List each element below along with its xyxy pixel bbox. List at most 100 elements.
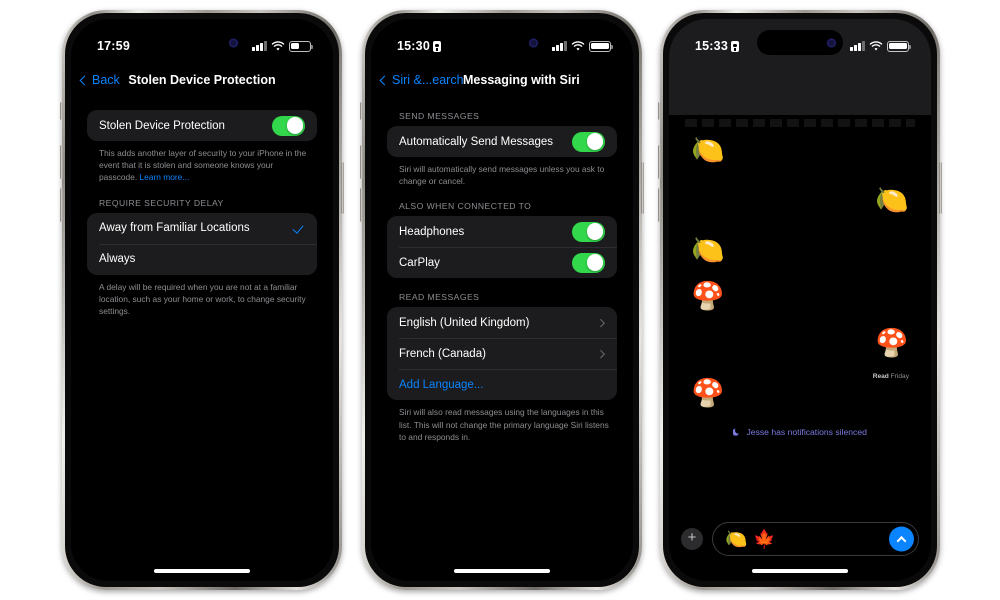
phone-1-stolen-device-protection: 17:59 Back Stolen Device Protection Stol… — [60, 10, 344, 590]
battery-icon — [887, 40, 911, 52]
volume-down-button[interactable] — [60, 188, 63, 222]
row-add-language[interactable]: Add Language... — [387, 369, 617, 400]
status-bar-left: 15:30 — [397, 39, 441, 53]
wifi-icon — [571, 40, 585, 52]
chevron-right-icon — [596, 349, 605, 358]
phone-frame: 15:30 Siri &...earch Messaging with Siri… — [360, 10, 644, 590]
row-label: Automatically Send Messages — [399, 135, 554, 148]
toggle-knob — [586, 133, 604, 150]
status-bar-clock: 15:30 — [397, 39, 430, 53]
phone-screen: 15:30 Siri &...earch Messaging with Siri… — [371, 19, 633, 581]
chevron-right-icon — [596, 318, 605, 327]
row-label: Stolen Device Protection — [99, 119, 225, 132]
read-messages-card: English (United Kingdom) French (Canada)… — [387, 307, 617, 401]
message-bubble-lime-2[interactable]: 🍋 — [875, 187, 909, 214]
carplay-toggle[interactable] — [572, 252, 605, 273]
wifi-icon — [869, 40, 883, 52]
back-button[interactable]: Siri &...earch — [379, 73, 464, 87]
volume-down-button[interactable] — [360, 188, 363, 222]
send-arrow-up-icon — [896, 535, 907, 546]
row-stolen-device-protection[interactable]: Stolen Device Protection — [87, 110, 317, 141]
phone-screen: 17:59 Back Stolen Device Protection Stol… — [71, 19, 333, 581]
section-header-read-messages: READ MESSAGES — [399, 292, 480, 303]
checkmark-icon — [294, 223, 305, 234]
message-input[interactable]: 🍋 🍁 ⛓ — [712, 522, 919, 556]
messages-app: 15:33 🍋 🍋 🍋 🍄 🍄 🍄 Read Friday Jesse has … — [669, 19, 931, 581]
phone-frame: 17:59 Back Stolen Device Protection Stol… — [60, 10, 344, 590]
cellular-bars-icon — [850, 41, 865, 51]
mute-button[interactable] — [360, 102, 363, 120]
section-header-also-when-connected-to: ALSO WHEN CONNECTED TO — [399, 201, 532, 212]
phone-screen: 15:33 🍋 🍋 🍋 🍄 🍄 🍄 Read Friday Jesse has … — [669, 19, 931, 581]
read-receipt-time: Friday — [890, 373, 909, 380]
phone-bezel: 17:59 Back Stolen Device Protection Stol… — [65, 13, 339, 587]
learn-more-link[interactable]: Learn more... — [140, 172, 190, 182]
row-label: Always — [99, 253, 136, 266]
power-button[interactable] — [641, 162, 644, 214]
section-header-send-messages: SEND MESSAGES — [399, 111, 480, 121]
maple-leaf-emoji: 🍁 — [753, 529, 776, 549]
cellular-bars-icon — [252, 41, 267, 51]
mute-button[interactable] — [658, 102, 661, 120]
stolen-device-protection-toggle[interactable] — [272, 115, 305, 136]
power-button[interactable] — [341, 162, 344, 214]
notifications-silenced-notice: Jesse has notifications silenced — [669, 427, 931, 437]
toggle-knob — [586, 254, 604, 272]
row-label: French (Canada) — [399, 347, 486, 360]
volume-up-button[interactable] — [360, 145, 363, 179]
power-button[interactable] — [939, 162, 942, 214]
navigation-bar: Siri &...earch Messaging with Siri — [371, 63, 633, 97]
battery-icon — [289, 40, 313, 52]
volume-down-button[interactable] — [658, 188, 661, 222]
screenshot-stage: 17:59 Back Stolen Device Protection Stol… — [0, 0, 1000, 600]
read-receipt: Read Friday — [873, 373, 909, 380]
status-bar-left: 15:33 — [695, 39, 739, 53]
row-always[interactable]: Always — [87, 243, 317, 275]
message-bubble-mushroom-1[interactable]: 🍄 — [691, 283, 725, 310]
navigation-bar: Back Stolen Device Protection — [71, 63, 333, 97]
cellular-bars-icon — [552, 41, 567, 51]
phone-3-messages-conversation: 15:33 🍋 🍋 🍋 🍄 🍄 🍄 Read Friday Jesse has … — [658, 10, 942, 590]
settings-screen: Back Stolen Device Protection Stolen Dev… — [71, 19, 333, 581]
row-headphones[interactable]: Headphones — [387, 216, 617, 247]
add-attachment-button[interactable]: + — [681, 528, 703, 550]
back-button-label: Back — [92, 73, 120, 87]
home-indicator[interactable] — [154, 568, 250, 573]
home-indicator[interactable] — [454, 568, 550, 573]
row-label: Away from Familiar Locations — [99, 222, 250, 235]
message-bubble-mushroom-3[interactable]: 🍄 — [691, 380, 725, 407]
lock-icon — [432, 40, 441, 52]
scrolled-off-message — [685, 119, 915, 127]
notifications-silenced-text: Jesse has notifications silenced — [746, 427, 867, 437]
phone-bezel: 15:33 🍋 🍋 🍋 🍄 🍄 🍄 Read Friday Jesse has … — [663, 13, 937, 587]
row-carplay[interactable]: CarPlay — [387, 247, 617, 278]
volume-up-button[interactable] — [60, 145, 63, 179]
toggle-knob — [286, 117, 304, 134]
home-indicator[interactable] — [752, 568, 848, 573]
row-french-canada[interactable]: French (Canada) — [387, 338, 617, 369]
headphones-toggle[interactable] — [572, 221, 605, 242]
message-bubble-lime-1[interactable]: 🍋 — [691, 137, 725, 164]
message-bubble-lime-3[interactable]: 🍋 — [691, 237, 725, 264]
row-english-united-kingdom[interactable]: English (United Kingdom) — [387, 307, 617, 338]
row-label: English (United Kingdom) — [399, 316, 530, 329]
chevron-left-icon — [79, 75, 90, 85]
back-button[interactable]: Back — [79, 73, 120, 87]
mute-button[interactable] — [60, 102, 63, 120]
message-list[interactable]: 🍋 🍋 🍋 🍄 🍄 🍄 Read Friday Jesse has notifi… — [669, 115, 931, 511]
volume-up-button[interactable] — [658, 145, 661, 179]
send-button[interactable] — [889, 526, 914, 552]
message-bubble-mushroom-2[interactable]: 🍄 — [875, 330, 909, 357]
crescent-moon-icon — [732, 428, 741, 436]
automatically-send-messages-toggle[interactable] — [572, 131, 605, 152]
stolen-device-protection-card: Stolen Device Protection — [87, 110, 317, 141]
phone-bezel: 15:30 Siri &...earch Messaging with Siri… — [365, 13, 639, 587]
status-bar-left: 17:59 — [97, 39, 130, 53]
front-camera-icon — [229, 38, 238, 47]
send-messages-card: Automatically Send Messages — [387, 126, 617, 157]
lock-icon — [730, 40, 739, 52]
footnote-text: This adds another layer of security to y… — [99, 148, 307, 183]
row-away-from-familiar-locations[interactable]: Away from Familiar Locations — [87, 213, 317, 244]
page-title: Messaging with Siri — [463, 73, 580, 87]
row-automatically-send-messages[interactable]: Automatically Send Messages — [387, 126, 617, 157]
